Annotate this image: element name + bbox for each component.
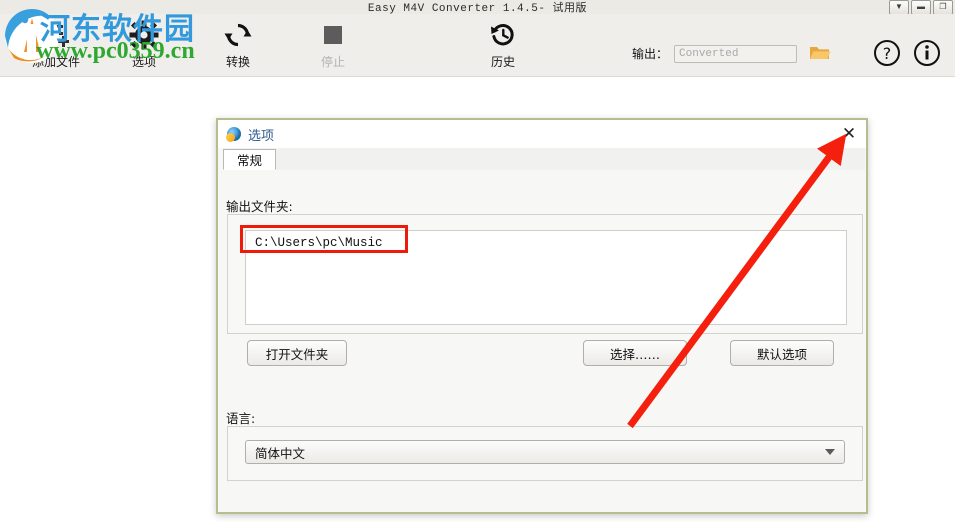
choose-folder-button[interactable]: 选择…… (583, 340, 687, 366)
output-folder-path: C:\Users\pc\Music (255, 236, 383, 250)
options-label: 选项 (131, 55, 156, 69)
open-folder-button[interactable]: 打开文件夹 (247, 340, 347, 366)
svg-text:?: ? (883, 44, 892, 63)
convert-button[interactable]: 转换 (190, 20, 286, 74)
options-dialog-icon (226, 127, 241, 142)
stop-label: 停止 (320, 55, 345, 69)
dropdown-button[interactable]: ▼ (889, 0, 909, 15)
output-input[interactable] (674, 44, 798, 63)
dialog-title: 选项 (248, 128, 275, 144)
help-icon: ? (873, 40, 901, 70)
options-button[interactable]: 选项 (96, 20, 192, 74)
stop-icon (322, 20, 344, 50)
output-folder-label: 输出文件夹: (226, 199, 293, 214)
language-dropdown[interactable]: 简体中文 (245, 440, 845, 464)
language-selected-value: 简体中文 (255, 445, 306, 461)
history-label: 历史 (490, 55, 515, 69)
maximize-button[interactable]: ❐ (933, 0, 953, 15)
options-dialog: 选项 ✕ 常规 输出文件夹: C:\Users\pc\Music 打开文件夹 选… (216, 118, 868, 514)
chevron-down-icon (825, 449, 835, 455)
history-clock-icon (489, 20, 517, 50)
add-files-icon (41, 20, 71, 50)
dialog-title-bar: 选项 ✕ (218, 120, 866, 148)
folder-icon (809, 43, 831, 64)
output-folder-list[interactable]: C:\Users\pc\Music (245, 230, 847, 325)
output-label: 输出： (632, 47, 669, 61)
default-options-button[interactable]: 默认选项 (730, 340, 834, 366)
add-files-label: 添加文件 (31, 55, 80, 69)
history-button[interactable]: 历史 (455, 20, 551, 74)
add-files-button[interactable]: 添加文件 (8, 20, 104, 74)
info-icon (913, 40, 941, 70)
window-title: Easy M4V Converter 1.4.5- 试用版 (367, 3, 588, 15)
tab-general[interactable]: 常规 (223, 149, 277, 170)
main-toolbar: 添加文件 选项 转换 停止 历史 输出： Converted ? (0, 14, 955, 77)
info-button[interactable] (913, 39, 941, 70)
gear-icon (129, 20, 159, 50)
close-icon[interactable]: ✕ (836, 122, 862, 146)
browse-folder-button[interactable] (809, 43, 831, 64)
application-window: Easy M4V Converter 1.4.5- 试用版 ▼ ▬ ❐ 添加文件… (0, 0, 955, 522)
output-folder-group: 输出： (632, 43, 831, 64)
dialog-tab-strip: 常规 (223, 148, 865, 171)
window-title-bar: Easy M4V Converter 1.4.5- 试用版 ▼ ▬ ❐ (0, 0, 955, 15)
refresh-icon (224, 20, 252, 50)
window-controls: ▼ ▬ ❐ (889, 0, 953, 15)
stop-button[interactable]: 停止 (285, 20, 381, 74)
minimize-button[interactable]: ▬ (911, 0, 931, 15)
help-button[interactable]: ? (873, 39, 901, 70)
dialog-tab-content: 输出文件夹: C:\Users\pc\Music 打开文件夹 选择…… 默认选项… (223, 170, 865, 510)
language-label: 语言: (226, 411, 256, 426)
convert-label: 转换 (225, 55, 250, 69)
